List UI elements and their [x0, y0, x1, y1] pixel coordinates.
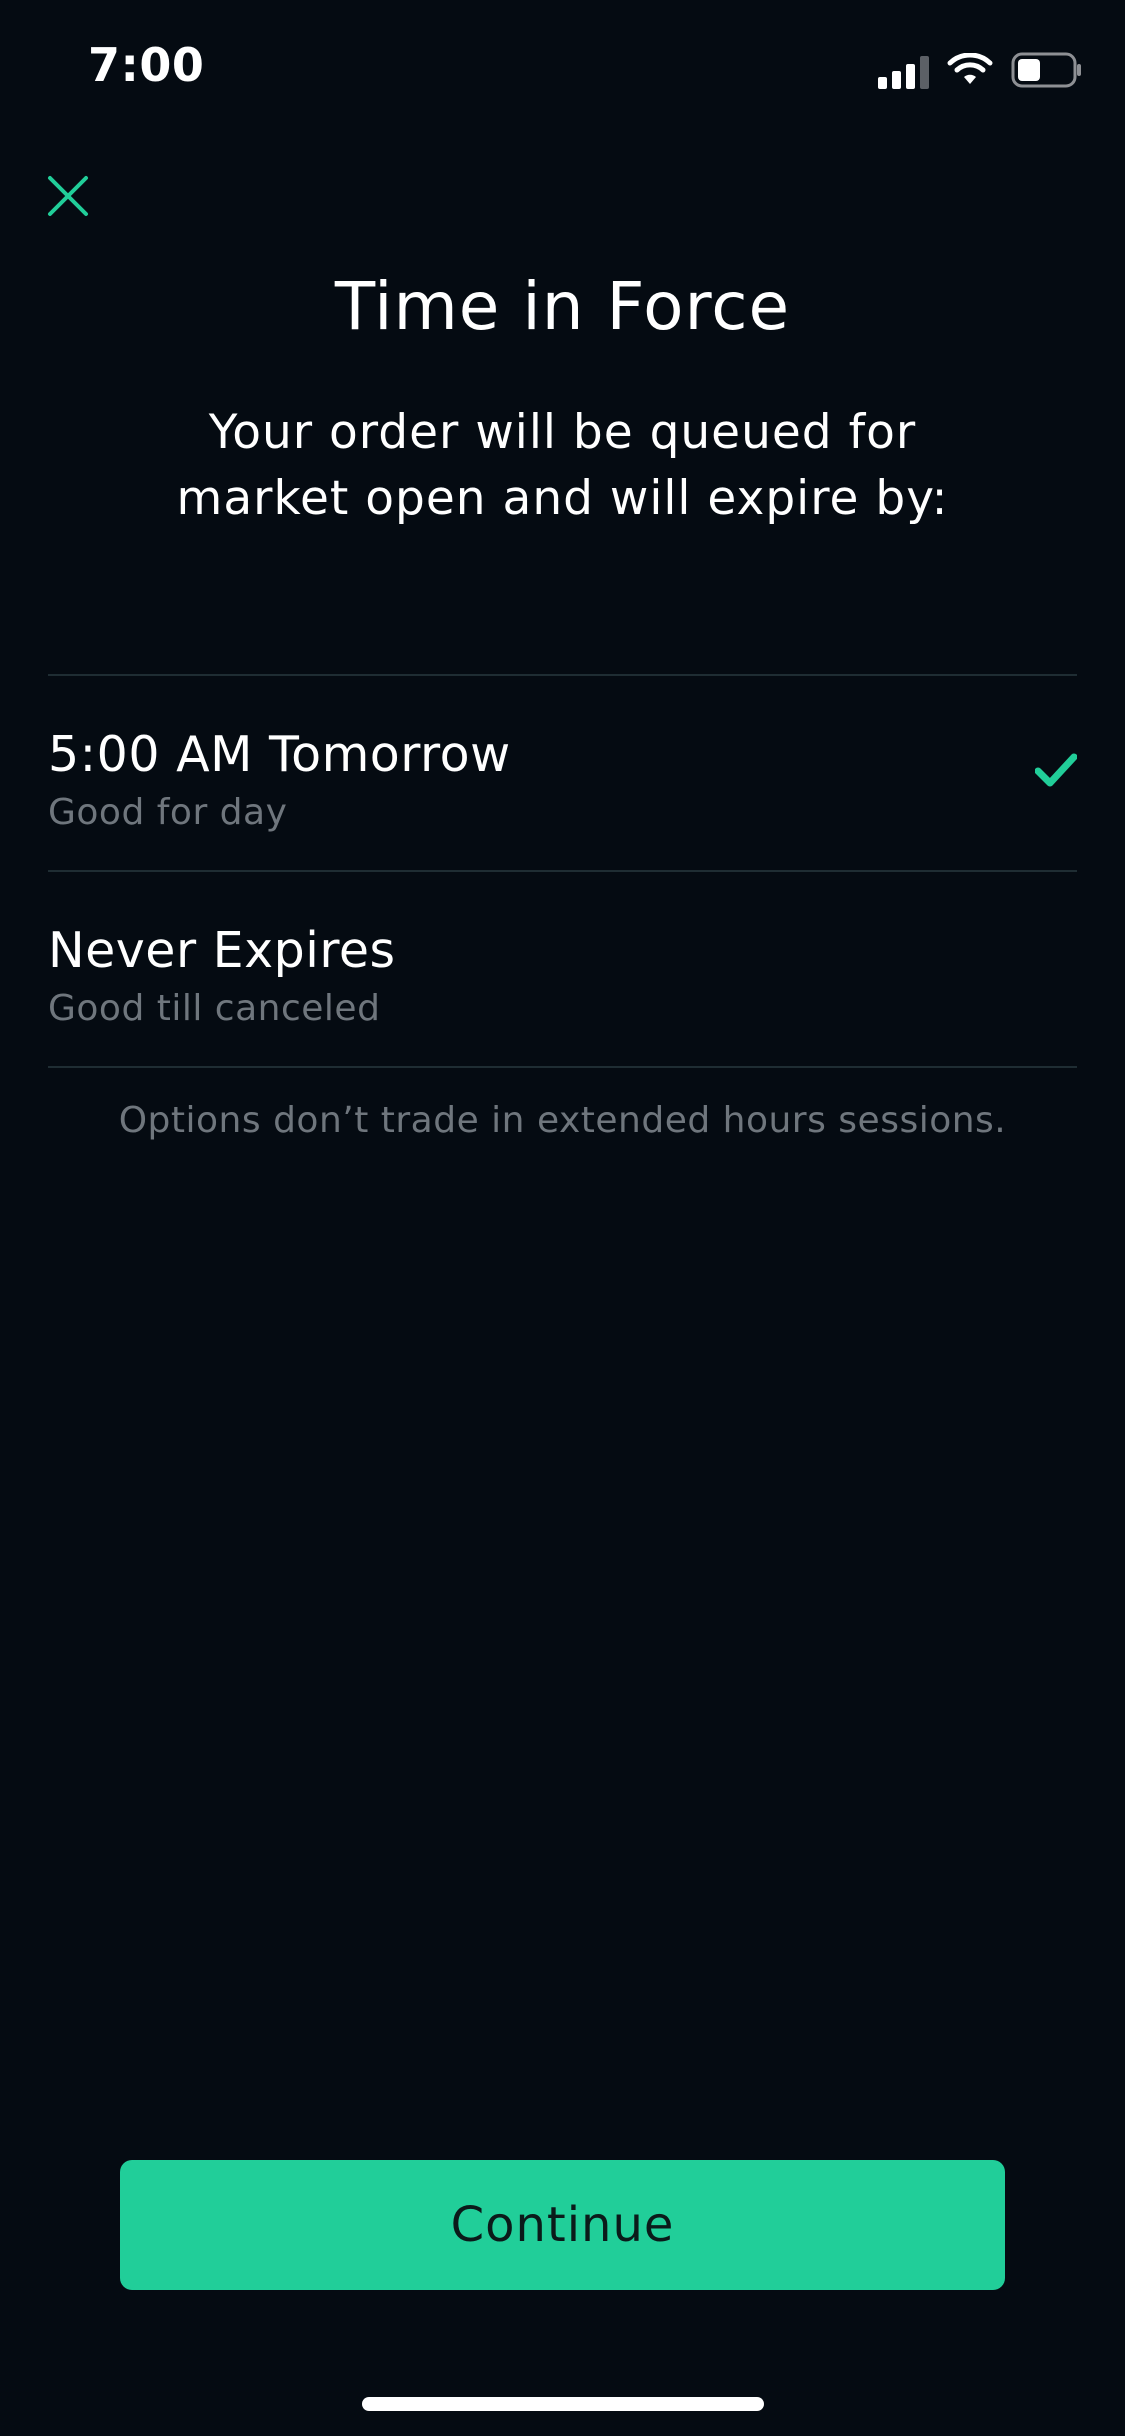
signal-icon	[878, 55, 929, 89]
wifi-icon	[947, 52, 993, 91]
close-icon	[48, 176, 88, 216]
status-time: 7:00	[88, 38, 205, 92]
option-good-for-day[interactable]: 5:00 AM Tomorrow Good for day	[48, 676, 1077, 870]
continue-button[interactable]: Continue	[120, 2160, 1005, 2290]
battery-icon	[1011, 52, 1083, 92]
page-title: Time in Force	[334, 268, 791, 345]
option-sublabel: Good till canceled	[48, 988, 381, 1029]
status-bar: 7:00	[0, 0, 1125, 135]
close-button[interactable]	[40, 168, 96, 224]
page-subtitle: Your order will be queued for market ope…	[176, 405, 949, 526]
option-sublabel: Good for day	[48, 792, 288, 833]
home-indicator[interactable]	[362, 2397, 764, 2411]
option-label: 5:00 AM Tomorrow	[48, 726, 511, 783]
status-icons	[878, 52, 1083, 92]
option-label: Never Expires	[48, 922, 396, 979]
checkmark-icon	[1035, 753, 1077, 787]
divider	[48, 1066, 1077, 1068]
option-good-till-canceled[interactable]: Never Expires Good till canceled	[48, 872, 1077, 1066]
continue-label: Continue	[450, 2197, 675, 2253]
options-note: Options don’t trade in extended hours se…	[118, 1100, 1007, 1141]
